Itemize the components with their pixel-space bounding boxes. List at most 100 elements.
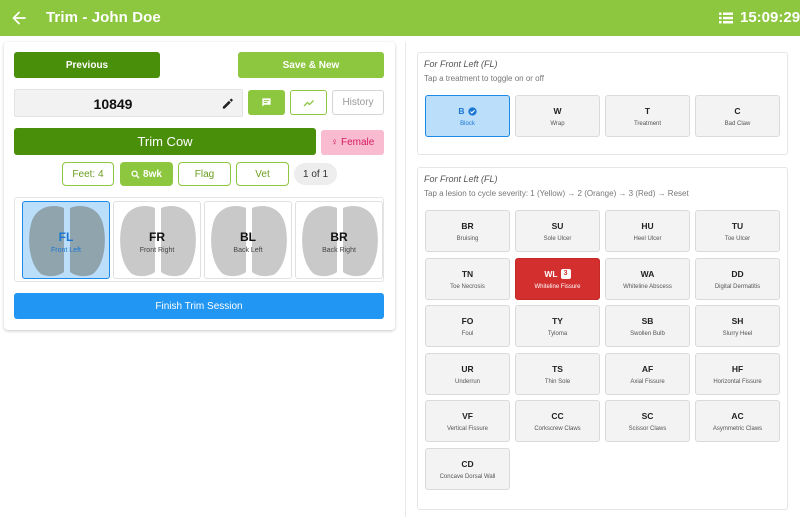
lesion-tu[interactable]: TU Toe Ulcer [695, 210, 780, 252]
tile-name: Toe Ulcer [724, 236, 751, 242]
search-icon [131, 169, 140, 179]
tile-code-row: B [426, 106, 509, 116]
treatment-t[interactable]: T Treatment [605, 95, 690, 137]
tile-code: HU [641, 221, 654, 231]
feet-chip[interactable]: Feet: 4 [62, 162, 114, 186]
tile-code-row: CC [516, 411, 599, 421]
comment-icon [262, 98, 271, 107]
tile-name: Slurry Heel [722, 331, 753, 337]
tile-name: Wrap [550, 121, 565, 127]
tile-code-row: HU [606, 221, 689, 231]
tile-code: SC [641, 411, 654, 421]
8wk-chip[interactable]: 8wk [120, 162, 173, 186]
tile-code-row: CD [426, 459, 509, 469]
lesion-br[interactable]: BR Bruising [425, 210, 510, 252]
back-button[interactable] [8, 7, 30, 29]
treatment-b[interactable]: B Block [425, 95, 510, 137]
lesion-hint: Tap a lesion to cycle severity: 1 (Yello… [424, 189, 689, 198]
tile-name: Bad Claw [724, 121, 751, 127]
severity-badge: 3 [560, 268, 571, 279]
cow-id-field[interactable]: 10849 [14, 89, 243, 117]
hoof-fr[interactable]: FR Front Right [113, 201, 201, 279]
hoof-code: BL [240, 230, 256, 244]
tile-code: FO [461, 316, 474, 326]
tile-code: C [734, 106, 741, 116]
tile-code: CD [461, 458, 474, 469]
tile-code: UR [461, 363, 474, 374]
lesion-ty[interactable]: TY Tyloma [515, 305, 600, 347]
tile-code-row: SC [606, 411, 689, 421]
lesion-tn[interactable]: TN Toe Necrosis [425, 257, 510, 300]
tile-code-row: WL 3 [516, 268, 599, 279]
lesion-fo[interactable]: FO Foul [425, 305, 510, 347]
lesion-hu[interactable]: HU Heel Ulcer [605, 210, 690, 252]
tile-code-row: T [606, 106, 689, 116]
tile-name: Bruising [456, 236, 479, 242]
list-icon[interactable] [718, 10, 734, 26]
tile-name: Asymmetric Claws [712, 426, 763, 432]
treatment-c[interactable]: C Bad Claw [695, 95, 780, 137]
notes-button[interactable] [248, 90, 285, 115]
vet-chip[interactable]: Vet [236, 162, 289, 186]
tile-code-row: BR [426, 221, 509, 231]
tile-code-row: W [516, 106, 599, 116]
hoof-br[interactable]: BR Back Right [295, 201, 383, 279]
trend-button[interactable] [290, 90, 327, 115]
tile-code: WL [544, 268, 558, 279]
trim-cow-button[interactable]: Trim Cow [14, 128, 316, 155]
pencil-icon[interactable] [221, 97, 234, 110]
tile-code-row: AF [606, 364, 689, 374]
page-indicator: 1 of 1 [294, 163, 337, 185]
lesion-cc[interactable]: CC Corkscrew Claws [515, 400, 600, 442]
tile-code: T [644, 106, 651, 116]
tile-code-row: SB [606, 316, 689, 326]
tile-name: Corkscrew Claws [534, 426, 581, 432]
lesion-section: For Front Left (FL) Tap a lesion to cycl… [417, 167, 788, 510]
clock: 15:09:29 [740, 9, 800, 26]
lesion-ac[interactable]: AC Asymmetric Claws [695, 400, 780, 442]
lesion-vf[interactable]: VF Vertical Fissure [425, 400, 510, 442]
treatment-w[interactable]: W Wrap [515, 95, 600, 137]
hoof-name: Front Right [139, 247, 175, 254]
tile-code-row: DD [696, 269, 779, 279]
finish-trim-button[interactable]: Finish Trim Session [14, 293, 384, 319]
tile-name: Block [460, 121, 475, 127]
tile-code: AF [641, 363, 654, 374]
tile-name: Whiteline Fissure [534, 283, 581, 290]
previous-button[interactable]: Previous [14, 52, 160, 78]
lesion-ts[interactable]: TS Thin Sole [515, 352, 600, 395]
lesion-su[interactable]: SU Sole Ulcer [515, 210, 600, 252]
tile-name: Heel Ulcer [633, 236, 662, 242]
8wk-label: 8wk [143, 168, 162, 180]
tile-code: WA [640, 268, 655, 279]
hoof-selector: FL Front Left FR Front Right BL Back Left BR Ba… [14, 197, 384, 282]
lesion-sb[interactable]: SB Swollen Bulb [605, 305, 690, 347]
cow-panel: Previous Save & New 10849 History Trim C… [4, 42, 395, 330]
history-button[interactable]: History [332, 90, 384, 115]
tile-name: Horizontal Fissure [713, 378, 762, 385]
lesion-af[interactable]: AF Axial Fissure [605, 352, 690, 395]
female-badge[interactable]: ♀ Female [321, 130, 384, 155]
tile-name: Toe Necrosis [450, 283, 485, 290]
tile-code-row: TN [426, 269, 509, 279]
tile-code: SH [731, 316, 744, 326]
hoof-fl[interactable]: FL Front Left [22, 201, 110, 279]
lesion-sc[interactable]: SC Scissor Claws [605, 400, 690, 442]
lesion-wa[interactable]: WA Whiteline Abscess [605, 257, 690, 300]
tile-code: DD [731, 268, 744, 279]
lesion-cd[interactable]: CD Concave Dorsal Wall [425, 447, 510, 490]
lesion-sh[interactable]: SH Slurry Heel [695, 305, 780, 347]
hoof-bl[interactable]: BL Back Left [204, 201, 292, 279]
tile-code-row: HF [696, 364, 779, 374]
save-new-button[interactable]: Save & New [238, 52, 384, 78]
flag-chip[interactable]: Flag [178, 162, 231, 186]
lesion-wl[interactable]: WL 3 Whiteline Fissure [515, 257, 600, 300]
lesion-ur[interactable]: UR Underrun [425, 352, 510, 395]
tile-code-row: WA [606, 269, 689, 279]
lesion-hf[interactable]: HF Horizontal Fissure [695, 352, 780, 395]
tile-code: VF [462, 411, 473, 421]
arrow-left-icon [12, 11, 26, 25]
app-bar: Trim - John Doe 15:09:29 [0, 0, 800, 36]
lesion-dd[interactable]: DD Digital Dermatitis [695, 257, 780, 300]
tile-code: TU [731, 221, 744, 231]
